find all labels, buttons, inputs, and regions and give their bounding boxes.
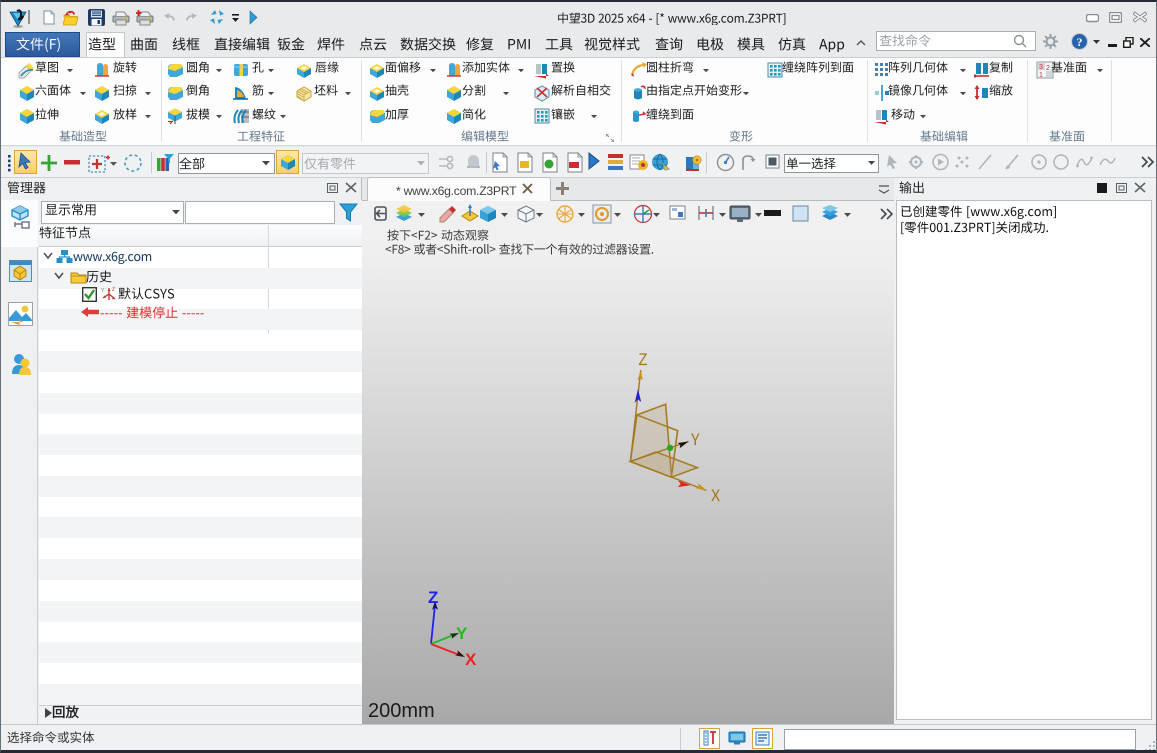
svg-text:3: 3 bbox=[1039, 64, 1043, 71]
svg-text:Z: Z bbox=[112, 287, 115, 293]
svg-text:?: ? bbox=[1077, 35, 1083, 49]
svg-text:Y: Y bbox=[101, 288, 105, 294]
svg-text:1: 1 bbox=[1039, 72, 1043, 79]
svg-text:2: 2 bbox=[1046, 65, 1050, 72]
